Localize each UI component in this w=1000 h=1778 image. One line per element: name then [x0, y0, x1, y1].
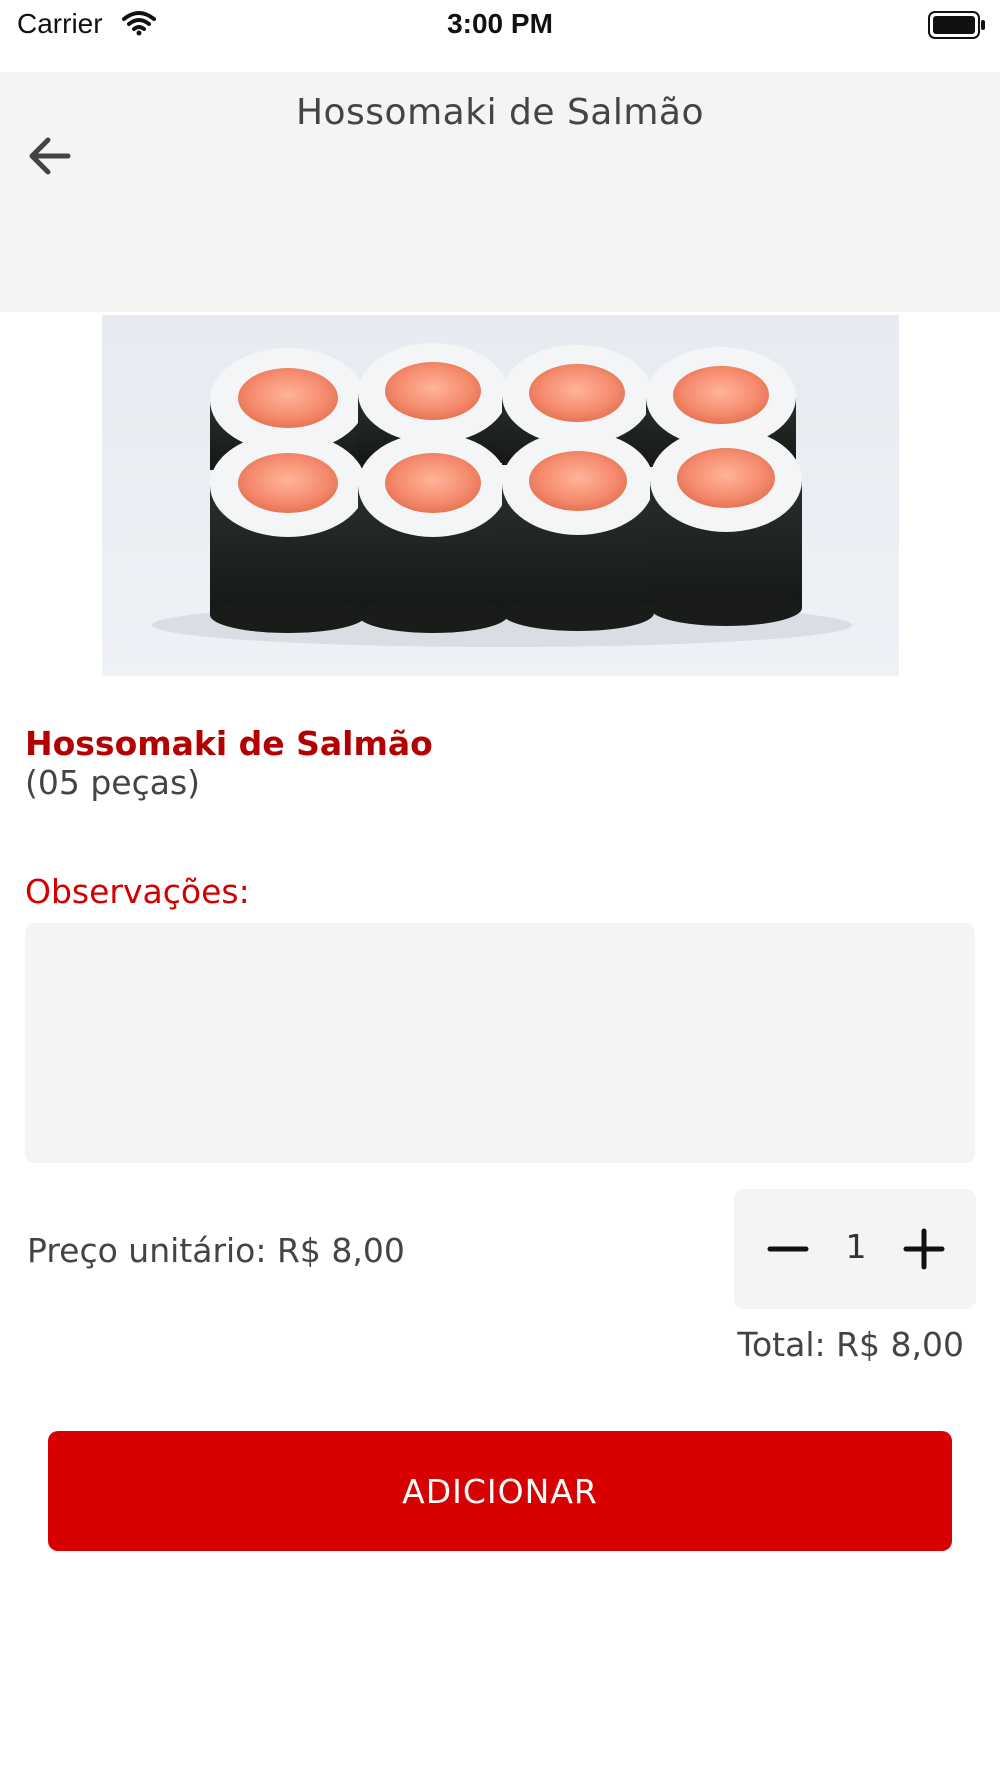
unit-price-label: Preço unitário: R$ 8,00 [27, 1231, 405, 1270]
status-time: 3:00 PM [447, 8, 553, 39]
product-name: Hossomaki de Salmão [25, 724, 433, 763]
roll-front-3 [502, 431, 654, 631]
increase-quantity-button[interactable] [894, 1219, 954, 1279]
minus-icon [767, 1246, 809, 1252]
add-to-cart-button[interactable]: ADICIONAR [48, 1431, 952, 1551]
total-price-label: Total: R$ 8,00 [737, 1325, 964, 1364]
product-description: (05 peças) [25, 763, 201, 802]
battery-icon [928, 11, 986, 43]
observations-label: Observações: [25, 872, 250, 911]
decrease-quantity-button[interactable] [758, 1219, 818, 1279]
quantity-value: 1 [845, 1227, 867, 1266]
quantity-stepper: 1 [734, 1189, 976, 1309]
page-title: Hossomaki de Salmão [295, 92, 705, 133]
product-image [102, 315, 899, 676]
roll-front-4 [650, 428, 802, 626]
plus-icon [903, 1228, 945, 1270]
roll-front-1 [210, 433, 366, 633]
back-button[interactable] [22, 128, 78, 184]
arrow-left-icon [29, 137, 71, 175]
observations-field[interactable] [25, 923, 975, 1163]
status-bar: Carrier 3:00 PM [0, 0, 1000, 72]
header-wave-decoration [0, 180, 1000, 310]
roll-front-2 [358, 433, 508, 633]
